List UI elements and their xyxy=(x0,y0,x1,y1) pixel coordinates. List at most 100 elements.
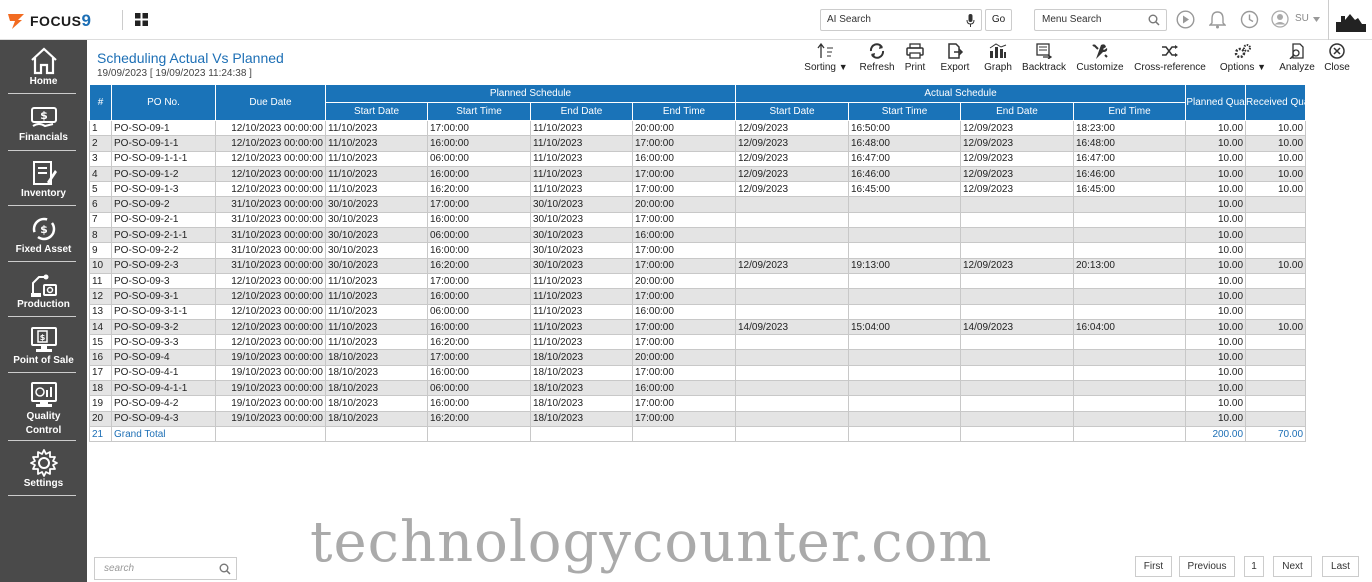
table-cell: 11/10/2023 xyxy=(530,272,633,290)
table-cell: 17 xyxy=(89,364,112,382)
col-header-planned-start-time[interactable]: Start Time xyxy=(427,102,531,121)
table-row[interactable]: 2 PO-SO-09-1-1 12/10/2023 00:00:00 11/10/20… xyxy=(89,135,1307,152)
table-row[interactable]: 9 PO-SO-09-2-2 31/10/2023 00:00:00 30/10/20… xyxy=(89,242,1307,259)
sidebar-divider xyxy=(8,372,76,373)
col-header-planned-qty[interactable]: Planned Qua xyxy=(1185,84,1247,121)
search-icon[interactable] xyxy=(219,563,231,575)
table-cell: 19/10/2023 00:00:00 xyxy=(215,364,326,382)
refresh-button[interactable]: Refresh xyxy=(859,43,895,73)
total-cell xyxy=(530,425,633,443)
table-row[interactable]: 20 PO-SO-09-4-3 19/10/2023 00:00:00 18/10/2… xyxy=(89,410,1307,427)
table-cell xyxy=(735,380,849,397)
table-cell xyxy=(1072,334,1187,351)
backtrack-button[interactable]: Backtrack xyxy=(1020,43,1068,73)
options-button[interactable]: Options ▼ xyxy=(1214,43,1272,73)
focus-logo[interactable]: FOCUS9 xyxy=(6,10,91,32)
col-header-due-date[interactable]: Due Date xyxy=(215,84,326,121)
user-avatar-icon[interactable] xyxy=(1271,10,1289,28)
table-cell: 11/10/2023 xyxy=(530,303,633,320)
table-row[interactable]: 4 PO-SO-09-1-2 12/10/2023 00:00:00 11/10/20… xyxy=(89,165,1307,183)
table-row[interactable]: 11 PO-SO-09-3 12/10/2023 00:00:00 11/10/202… xyxy=(89,272,1307,290)
sidebar-item-financials[interactable]: $ Financials xyxy=(0,104,87,143)
sidebar-item-quality-control[interactable]: Quality Control xyxy=(0,380,87,438)
col-header-planned-end-date[interactable]: End Date xyxy=(530,102,633,121)
sidebar-item-label: Fixed Asset xyxy=(15,244,72,255)
close-button[interactable]: Close xyxy=(1322,43,1352,73)
sidebar-item-inventory[interactable]: Inventory xyxy=(0,158,87,199)
table-cell xyxy=(960,272,1074,290)
bell-icon[interactable] xyxy=(1209,10,1226,29)
sort-icon xyxy=(817,43,833,58)
table-cell: PO-SO-09-3-1 xyxy=(111,288,216,305)
table-row[interactable]: 8 PO-SO-09-2-1-1 31/10/2023 00:00:00 30/10/… xyxy=(89,227,1307,244)
table-cell: 12/10/2023 00:00:00 xyxy=(215,165,326,183)
table-row[interactable]: 1 PO-SO-09-1 12/10/2023 00:00:00 11/10/2023… xyxy=(89,119,1307,137)
analyze-button[interactable]: Analyze xyxy=(1278,43,1316,73)
table-cell: 30/10/2023 xyxy=(325,227,428,244)
table-cell: 16:45:00 xyxy=(1072,181,1187,198)
table-cell: 30/10/2023 xyxy=(325,211,428,229)
col-header-actual-end-date[interactable]: End Date xyxy=(960,102,1074,121)
table-cell: 10.00 xyxy=(1185,303,1247,320)
col-header-planned-start-date[interactable]: Start Date xyxy=(325,102,428,121)
sidebar-item-production[interactable]: Production xyxy=(0,269,87,310)
pager-first-button[interactable]: First xyxy=(1135,556,1172,577)
grid-search-input[interactable]: search xyxy=(94,557,237,580)
customize-button[interactable]: Customize xyxy=(1074,43,1126,73)
table-row[interactable]: 15 PO-SO-09-3-3 12/10/2023 00:00:00 11/10/2… xyxy=(89,334,1307,351)
table-cell xyxy=(848,380,961,397)
table-row[interactable]: 10 PO-SO-09-2-3 31/10/2023 00:00:00 30/10/2… xyxy=(89,257,1307,274)
go-button[interactable]: Go xyxy=(985,9,1012,31)
pager-previous-button[interactable]: Previous xyxy=(1179,556,1235,577)
sidebar-item-fixed-asset[interactable]: $ Fixed Asset xyxy=(0,214,87,255)
chevron-down-icon[interactable] xyxy=(1313,17,1320,22)
table-row[interactable]: 7 PO-SO-09-2-1 31/10/2023 00:00:00 30/10/20… xyxy=(89,211,1307,229)
grand-total-row[interactable]: 21 Grand Total 200.00 70.00 xyxy=(89,425,1307,443)
table-cell: 16:20:00 xyxy=(427,334,531,351)
print-button[interactable]: Print xyxy=(900,43,930,73)
pager-page-number[interactable]: 1 xyxy=(1244,556,1264,577)
pager-next-button[interactable]: Next xyxy=(1273,556,1312,577)
export-button[interactable]: Export xyxy=(937,43,973,73)
table-row[interactable]: 3 PO-SO-09-1-1-1 12/10/2023 00:00:00 11/10/… xyxy=(89,150,1307,167)
table-row[interactable]: 19 PO-SO-09-4-2 19/10/2023 00:00:00 18/10/2… xyxy=(89,395,1307,412)
table-cell: 16:00:00 xyxy=(427,165,531,183)
analyze-icon xyxy=(1289,43,1304,59)
table-row[interactable]: 17 PO-SO-09-4-1 19/10/2023 00:00:00 18/10/2… xyxy=(89,364,1307,382)
app-grid-icon[interactable] xyxy=(135,13,148,26)
cross-reference-button[interactable]: Cross-reference xyxy=(1132,43,1208,73)
sidebar-item-point-of-sale[interactable]: $ Point of Sale xyxy=(0,325,87,366)
user-initials[interactable]: SU xyxy=(1295,13,1309,24)
table-row[interactable]: 6 PO-SO-09-2 31/10/2023 00:00:00 30/10/2023… xyxy=(89,196,1307,213)
table-row[interactable]: 13 PO-SO-09-3-1-1 12/10/2023 00:00:00 11/10… xyxy=(89,303,1307,320)
table-cell xyxy=(960,380,1074,397)
table-row[interactable]: 16 PO-SO-09-4 19/10/2023 00:00:00 18/10/202… xyxy=(89,349,1307,366)
graph-label: Graph xyxy=(984,62,1012,73)
col-header-actual-start-date[interactable]: Start Date xyxy=(735,102,849,121)
col-header-actual-start-time[interactable]: Start Time xyxy=(848,102,961,121)
menu-search-input[interactable]: Menu Search xyxy=(1034,9,1167,31)
ai-search-input[interactable]: AI Search xyxy=(820,9,982,31)
sidebar-item-settings[interactable]: Settings xyxy=(0,448,87,489)
table-row[interactable]: 5 PO-SO-09-1-3 12/10/2023 00:00:00 11/10/20… xyxy=(89,181,1307,198)
table-row[interactable]: 18 PO-SO-09-4-1-1 19/10/2023 00:00:00 18/10… xyxy=(89,380,1307,397)
table-cell: 10.00 xyxy=(1185,181,1247,198)
history-icon[interactable] xyxy=(1240,10,1259,29)
pager-last-button[interactable]: Last xyxy=(1322,556,1359,577)
col-header-actual-end-time[interactable]: End Time xyxy=(1072,102,1187,121)
table-cell xyxy=(735,288,849,305)
table-cell: 11/10/2023 xyxy=(325,318,428,336)
col-header-num[interactable]: # xyxy=(89,84,112,121)
sidebar-item-home[interactable]: Home xyxy=(0,46,87,87)
sorting-button[interactable]: Sorting ▼ xyxy=(798,43,854,73)
table-row[interactable]: 12 PO-SO-09-3-1 12/10/2023 00:00:00 11/10/2… xyxy=(89,288,1307,305)
col-header-planned-end-time[interactable]: End Time xyxy=(632,102,736,121)
table-row[interactable]: 14 PO-SO-09-3-2 12/10/2023 00:00:00 11/10/2… xyxy=(89,318,1307,336)
col-header-po-no[interactable]: PO No. xyxy=(111,84,216,121)
play-icon[interactable] xyxy=(1176,10,1195,29)
col-header-received-qty[interactable]: Received Qua xyxy=(1245,84,1307,121)
table-cell xyxy=(1072,242,1187,259)
mic-icon[interactable] xyxy=(966,14,975,27)
search-icon[interactable] xyxy=(1148,14,1160,26)
graph-button[interactable]: Graph xyxy=(981,43,1015,73)
